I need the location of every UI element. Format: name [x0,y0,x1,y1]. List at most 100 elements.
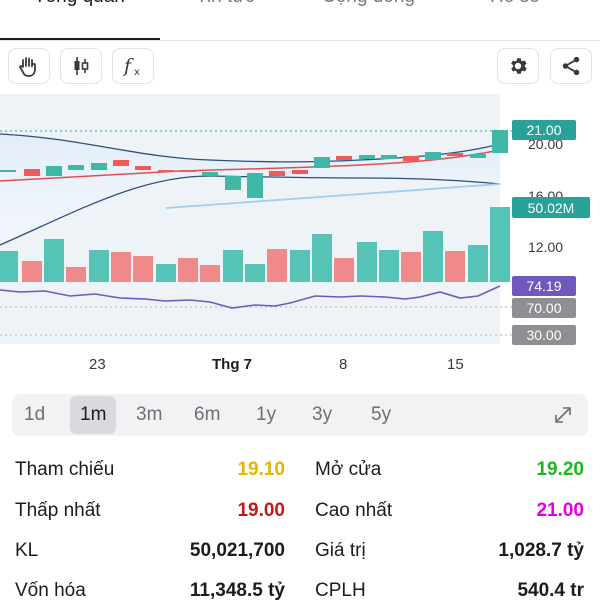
volume-bar [178,258,198,282]
volume-bar [379,250,399,282]
open-value: 19.20 [536,459,584,480]
range-3m[interactable]: 3m [136,404,162,426]
candle [447,153,463,156]
candle [135,166,151,170]
svg-text:f: f [122,55,134,77]
share-icon [562,56,580,76]
price-chart-canvas: 20.00 16.00 12.00 21.00 50.02M 74.19 70.… [0,94,590,345]
candle [470,154,486,158]
shares-outstanding-value: 540.4 tr [517,580,584,601]
trade-value-label: Giá trị [315,540,366,561]
last-price-text: 21.00 [526,122,561,138]
market-cap-value: 11,348.5 tỷ [189,580,285,601]
volume-badge-text: 50.02M [528,200,575,216]
shares-outstanding-label: CPLH [315,580,366,601]
drawing-tool-button[interactable] [8,48,50,84]
tab-community[interactable]: Cộng đồng [322,0,415,8]
share-button[interactable] [550,48,592,84]
candle [247,173,263,198]
rsi-badge-text: 74.19 [526,278,561,294]
top-tabs: Tổng quan Tin tức Cộng đồng Hồ sơ [0,0,600,41]
reference-label: Tham chiếu [15,459,115,480]
tab-overview[interactable]: Tổng quan [34,0,125,8]
candle [158,170,174,172]
range-1y[interactable]: 1y [256,404,276,426]
volume-bar [133,256,153,282]
low-value: 19.00 [237,500,285,521]
candle [202,172,218,176]
volume-bar [334,258,354,282]
range-1m[interactable]: 1m [70,396,117,434]
candle [336,156,352,160]
candle [314,157,330,168]
volume-bar [200,265,220,282]
date-label: 15 [447,356,464,373]
volume-bar [357,242,377,282]
range-1d[interactable]: 1d [24,404,45,426]
function-icon: f x [122,55,140,78]
range-5y[interactable]: 5y [371,404,391,426]
volume-label: KL [15,540,39,561]
tab-news[interactable]: Tin tức [196,0,254,8]
volume-value: 50,021,700 [189,540,285,561]
candle [0,170,16,172]
price-chart[interactable]: 20.00 16.00 12.00 21.00 50.02M 74.19 70.… [0,94,600,354]
candle [113,160,129,166]
candle [225,176,241,190]
volume-bar [245,264,265,282]
gear-icon [511,58,527,74]
range-3y[interactable]: 3y [312,404,332,426]
volume-bar [401,252,421,282]
date-label: 8 [339,356,348,373]
volume-bar [223,250,243,282]
candle [269,171,285,176]
indicator-button[interactable]: f x [112,48,154,84]
chart-type-button[interactable] [60,48,102,84]
svg-text:x: x [134,67,140,78]
volume-bar [0,251,18,282]
volume-bar [290,250,310,282]
expand-icon[interactable] [552,404,574,426]
candle [359,155,375,159]
date-label: 23 [89,356,106,373]
volume-bar [468,245,488,282]
tabs-divider [0,40,600,41]
candle [91,163,107,170]
candle [381,155,397,159]
settings-button[interactable] [497,48,539,84]
volume-bar [89,250,109,282]
volume-bar [445,251,465,282]
candle [403,156,419,161]
candle [492,130,508,153]
date-label-month: Thg 7 [212,356,252,373]
tab-profile[interactable]: Hồ sơ [490,0,542,8]
volume-bar [66,267,86,282]
volume-bar [267,249,287,282]
range-6m[interactable]: 6m [194,404,220,426]
rsi-upper-text: 70.00 [526,300,561,316]
trade-value: 1,028.7 tỷ [498,540,584,561]
candlestick-icon [74,57,89,75]
candle [68,165,84,170]
reference-value: 19.10 [237,459,285,480]
high-value: 21.00 [536,500,584,521]
candle [292,170,308,174]
volume-bar [312,234,332,282]
market-cap-label: Vốn hóa [15,580,86,601]
low-label: Thấp nhất [15,500,101,521]
hand-draw-icon [19,57,36,77]
volume-bar [111,252,131,282]
high-label: Cao nhất [315,500,393,521]
range-selector: 1d 1m 3m 6m 1y 3y 5y [12,394,588,436]
price-axis-label: 12.00 [528,239,563,255]
volume-bar [490,207,510,282]
rsi-lower-text: 30.00 [526,327,561,343]
volume-bar [22,261,42,282]
volume-bar [423,231,443,282]
candle [24,169,40,176]
candle [46,166,62,176]
candle [425,152,441,160]
volume-bar [44,239,64,282]
open-label: Mở cửa [315,459,382,480]
volume-bar [156,264,176,282]
